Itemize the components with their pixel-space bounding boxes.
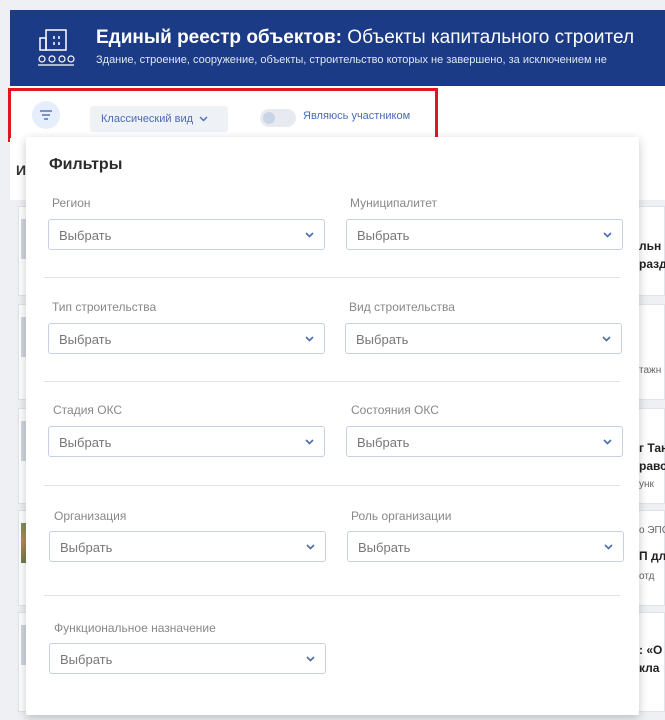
chevron-down-icon (603, 232, 612, 238)
divider (44, 277, 620, 278)
chevron-down-icon (306, 656, 315, 662)
page-subtitle: Здание, строение, сооружение, объекты, с… (96, 54, 607, 66)
item-text: унк (639, 479, 654, 490)
organization-select[interactable]: Выбрать (49, 531, 326, 562)
chevron-down-icon (306, 544, 315, 550)
chevron-down-icon (603, 439, 612, 445)
function-label: Функциональное назначение (54, 621, 216, 635)
view-mode-label: Классический вид (101, 113, 194, 125)
page-title: Единый реестр объектов: Объекты капиталь… (96, 27, 634, 49)
filters-title: Фильтры (49, 156, 123, 173)
item-text: о ЭПС (639, 525, 665, 536)
oks-stage-value: Выбрать (59, 435, 112, 450)
title-bold: Единый реестр объектов: (96, 27, 343, 48)
filter-button[interactable] (32, 101, 60, 129)
item-text: г Тан (639, 441, 665, 455)
municipality-value: Выбрать (357, 228, 410, 243)
item-text: П дл (639, 549, 665, 563)
construction-kind-select[interactable]: Выбрать (345, 323, 622, 354)
construction-type-label: Тип строительства (52, 300, 157, 314)
chevron-down-icon (602, 336, 611, 342)
organization-value: Выбрать (60, 540, 113, 555)
participant-toggle[interactable] (260, 109, 296, 127)
region-label: Регион (52, 196, 91, 210)
region-value: Выбрать (59, 228, 112, 243)
divider (44, 381, 620, 382)
chevron-down-icon (199, 116, 208, 122)
item-text: отд (639, 571, 655, 582)
chevron-down-icon (604, 544, 613, 550)
construction-kind-label: Вид строительства (349, 300, 455, 314)
view-mode-select[interactable]: Классический вид (90, 106, 228, 132)
chevron-down-icon (305, 336, 314, 342)
municipality-select[interactable]: Выбрать (346, 219, 623, 250)
filters-panel: Фильтры Регион Выбрать Муниципалитет Выб… (26, 137, 639, 715)
oks-state-label: Состояния ОКС (351, 403, 439, 417)
construction-type-select[interactable]: Выбрать (48, 323, 325, 354)
chevron-down-icon (305, 439, 314, 445)
region-select[interactable]: Выбрать (48, 219, 325, 250)
oks-state-value: Выбрать (357, 435, 410, 450)
function-select[interactable]: Выбрать (49, 643, 326, 674)
municipality-label: Муниципалитет (350, 196, 438, 210)
toggle-knob (263, 112, 275, 124)
item-text: кла (639, 661, 660, 675)
item-text: разд (639, 257, 665, 271)
app-header: Единый реестр объектов: Объекты капиталь… (10, 10, 665, 86)
divider (44, 485, 620, 486)
building-logo-icon (38, 29, 75, 66)
toolbar: Классический вид Являюсь участником (10, 86, 665, 138)
filter-icon (40, 110, 52, 120)
item-text: льн (639, 239, 662, 253)
org-role-label: Роль организации (351, 509, 452, 523)
item-text: : «О (639, 643, 663, 657)
chevron-down-icon (305, 232, 314, 238)
organization-label: Организация (54, 509, 127, 523)
construction-kind-value: Выбрать (356, 332, 409, 347)
construction-type-value: Выбрать (59, 332, 112, 347)
column-header: И (16, 162, 27, 178)
org-role-value: Выбрать (358, 540, 411, 555)
title-rest: Объекты капитального строител (347, 27, 635, 48)
oks-stage-label: Стадия ОКС (53, 403, 123, 417)
item-text: равс (639, 459, 665, 473)
item-text: тажн (639, 365, 662, 376)
oks-state-select[interactable]: Выбрать (346, 426, 623, 457)
participant-toggle-label: Являюсь участником (303, 110, 411, 122)
function-value: Выбрать (60, 652, 113, 667)
divider (44, 595, 620, 596)
oks-stage-select[interactable]: Выбрать (48, 426, 325, 457)
org-role-select[interactable]: Выбрать (347, 531, 624, 562)
